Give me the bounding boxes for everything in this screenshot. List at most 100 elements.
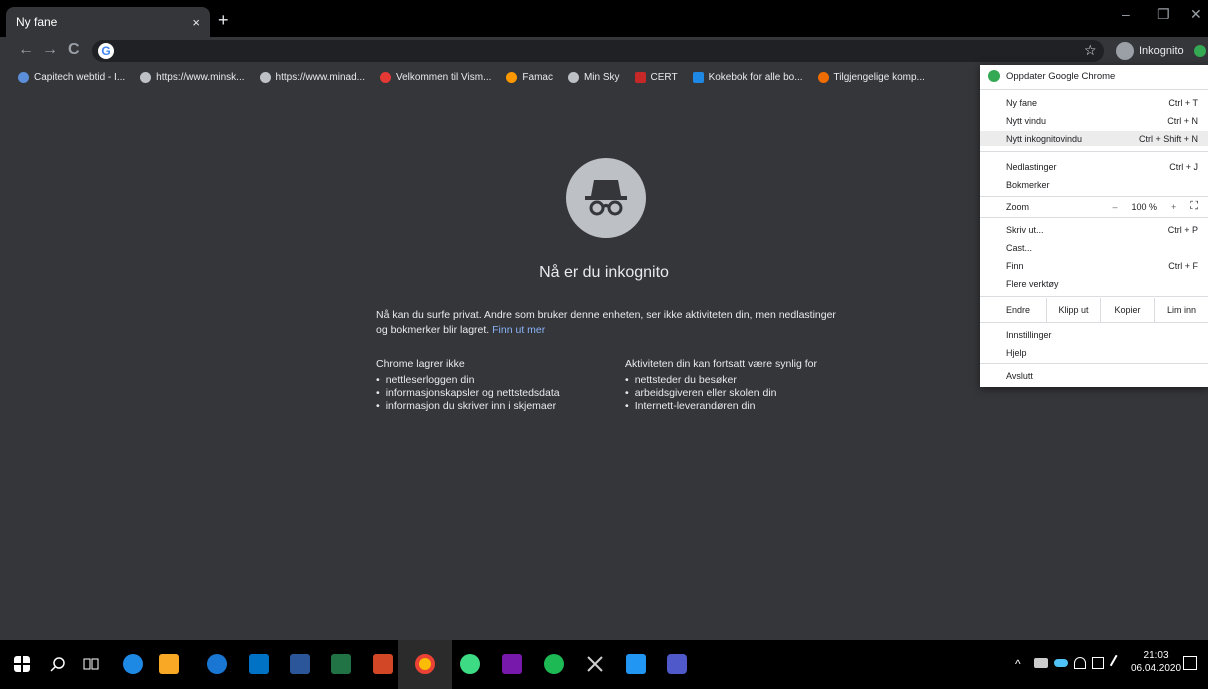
bookmark-item[interactable]: Kokebok for alle bo... [692, 71, 803, 83]
copy-button[interactable]: Kopier [1100, 298, 1154, 322]
menu-item-find[interactable]: Finn Ctrl + F [980, 258, 1208, 273]
notes-icon[interactable] [626, 654, 646, 674]
bookmark-label: Capitech webtid - I... [34, 71, 126, 83]
bookmark-label: Kokebok for alle bo... [708, 71, 803, 83]
menu-divider [980, 322, 1208, 323]
globe-icon [259, 71, 271, 83]
menu-label: Bokmerker [1006, 179, 1050, 190]
menu-shortcut: Ctrl + T [1168, 97, 1198, 108]
menu-item-new-tab[interactable]: Ny fane Ctrl + T [980, 95, 1208, 110]
search-icon[interactable] [50, 656, 66, 672]
menu-shortcut: Ctrl + N [1167, 115, 1198, 126]
excel-icon[interactable] [331, 654, 351, 674]
tools-icon[interactable] [585, 654, 605, 674]
clock-date: 06.04.2020 [1131, 663, 1182, 674]
update-chrome-item[interactable]: Oppdater Google Chrome [980, 65, 1208, 87]
menu-label: Oppdater Google Chrome [1006, 70, 1116, 82]
bookmark-item[interactable]: Tilgjengelige komp... [817, 71, 925, 83]
pen-icon[interactable] [1109, 654, 1127, 672]
list-title: Aktiviteten din kan fortsatt være synlig… [625, 358, 817, 370]
spotify-icon[interactable] [544, 654, 564, 674]
wifi-icon[interactable] [1074, 657, 1086, 669]
volume-icon[interactable] [1092, 657, 1104, 669]
zoom-out-button[interactable]: – [1112, 202, 1117, 212]
maximize-icon[interactable]: ❐ [1157, 6, 1170, 23]
file-explorer-icon[interactable] [159, 654, 179, 674]
address-bar[interactable]: G [92, 40, 1104, 62]
zoom-in-button[interactable]: + [1171, 202, 1176, 212]
menu-item-print[interactable]: Skriv ut... Ctrl + P [980, 222, 1208, 237]
visma-icon [380, 71, 391, 83]
google-icon: G [98, 43, 114, 59]
menu-label: Zoom [1006, 201, 1030, 212]
bookmark-item[interactable]: Capitech webtid - I... [18, 71, 126, 83]
menu-item-cast[interactable]: Cast... [980, 240, 1208, 255]
bookmark-label: Famac [522, 71, 553, 83]
incognito-badge[interactable]: Inkognito [1116, 42, 1184, 60]
back-icon[interactable]: ← [18, 41, 34, 59]
menu-item-exit[interactable]: Avslutt [980, 368, 1208, 383]
tab-title: Ny fane [16, 15, 58, 29]
bookmark-item[interactable]: https://www.minad... [259, 71, 365, 83]
windows-icon[interactable] [14, 656, 30, 672]
list-item: arbeidsgiveren eller skolen din [625, 387, 817, 400]
new-tab-button[interactable]: + [218, 10, 229, 31]
cert-icon [634, 71, 646, 83]
menu-item-settings[interactable]: Innstillinger [980, 327, 1208, 342]
menu-label: Flere verktøy [1006, 278, 1059, 289]
menu-divider [980, 217, 1208, 218]
tab-close-icon[interactable]: × [192, 15, 200, 30]
menu-divider [980, 196, 1208, 197]
menu-item-downloads[interactable]: Nedlastinger Ctrl + J [980, 159, 1208, 174]
fullscreen-icon[interactable]: ⛶ [1190, 200, 1198, 213]
tab-new-tab[interactable]: Ny fane × [6, 7, 210, 37]
learn-more-link[interactable]: Finn ut mer [492, 324, 545, 336]
globe-icon [140, 71, 152, 83]
android-icon[interactable] [460, 654, 480, 674]
device-icon[interactable] [1034, 658, 1048, 668]
menu-divider [980, 89, 1208, 90]
cut-button[interactable]: Klipp ut [1046, 298, 1100, 322]
menu-label: Hjelp [1006, 347, 1027, 358]
menu-label: Ny fane [1006, 97, 1038, 108]
edge-icon[interactable] [123, 654, 143, 674]
ie-icon[interactable] [207, 654, 227, 674]
bookmark-item[interactable]: CERT [634, 71, 678, 83]
chevron-up-icon[interactable]: ^ [1015, 657, 1021, 671]
outlook-icon[interactable] [249, 654, 269, 674]
chrome-icon[interactable] [415, 654, 435, 674]
paste-button[interactable]: Lim inn [1154, 298, 1208, 322]
menu-item-new-window[interactable]: Nytt vindu Ctrl + N [980, 113, 1208, 128]
minimize-icon[interactable]: – [1122, 6, 1130, 22]
chrome-not-save-list: Chrome lagrer ikke nettleserloggen din i… [376, 358, 560, 413]
clock-time: 21:03 [1143, 650, 1169, 661]
task-view-icon[interactable] [83, 656, 99, 672]
onedrive-icon[interactable] [1054, 659, 1068, 667]
bookmark-item[interactable]: Min Sky [567, 71, 620, 83]
menu-item-help[interactable]: Hjelp [980, 345, 1208, 360]
bookmark-star-icon[interactable]: ☆ [1084, 42, 1097, 59]
bookmark-label: Min Sky [583, 71, 620, 83]
bookmark-item[interactable]: Velkommen til Vism... [380, 71, 491, 83]
menu-item-more-tools[interactable]: Flere verktøy [980, 276, 1208, 291]
teams-icon[interactable] [667, 654, 687, 674]
reload-icon[interactable]: C [68, 41, 80, 59]
menu-item-bookmarks[interactable]: Bokmerker [980, 177, 1208, 192]
powerpoint-icon[interactable] [373, 654, 393, 674]
globe-icon [567, 71, 579, 83]
menu-item-new-incognito[interactable]: Nytt inkognitovindu Ctrl + Shift + N [980, 131, 1208, 146]
description: Nå kan du surfe privat. Andre som bruker… [376, 308, 836, 338]
bookmark-item[interactable]: https://www.minsk... [140, 71, 245, 83]
bookmark-item[interactable]: Famac [506, 71, 553, 83]
onenote-icon[interactable] [502, 654, 522, 674]
close-window-icon[interactable]: ✕ [1190, 6, 1202, 23]
update-icon [988, 70, 1000, 82]
system-clock[interactable]: 21:03 06.04.2020 [1131, 649, 1181, 675]
menu-shortcut: Ctrl + Shift + N [1138, 133, 1198, 144]
word-icon[interactable] [290, 654, 310, 674]
notification-icon[interactable] [1183, 656, 1197, 670]
toolbar: ← → C G ☆ Inkognito [0, 37, 1208, 66]
menu-label: Innstillinger [1006, 329, 1052, 340]
menu-update-icon[interactable] [1192, 43, 1208, 59]
forward-icon[interactable]: → [42, 41, 58, 59]
